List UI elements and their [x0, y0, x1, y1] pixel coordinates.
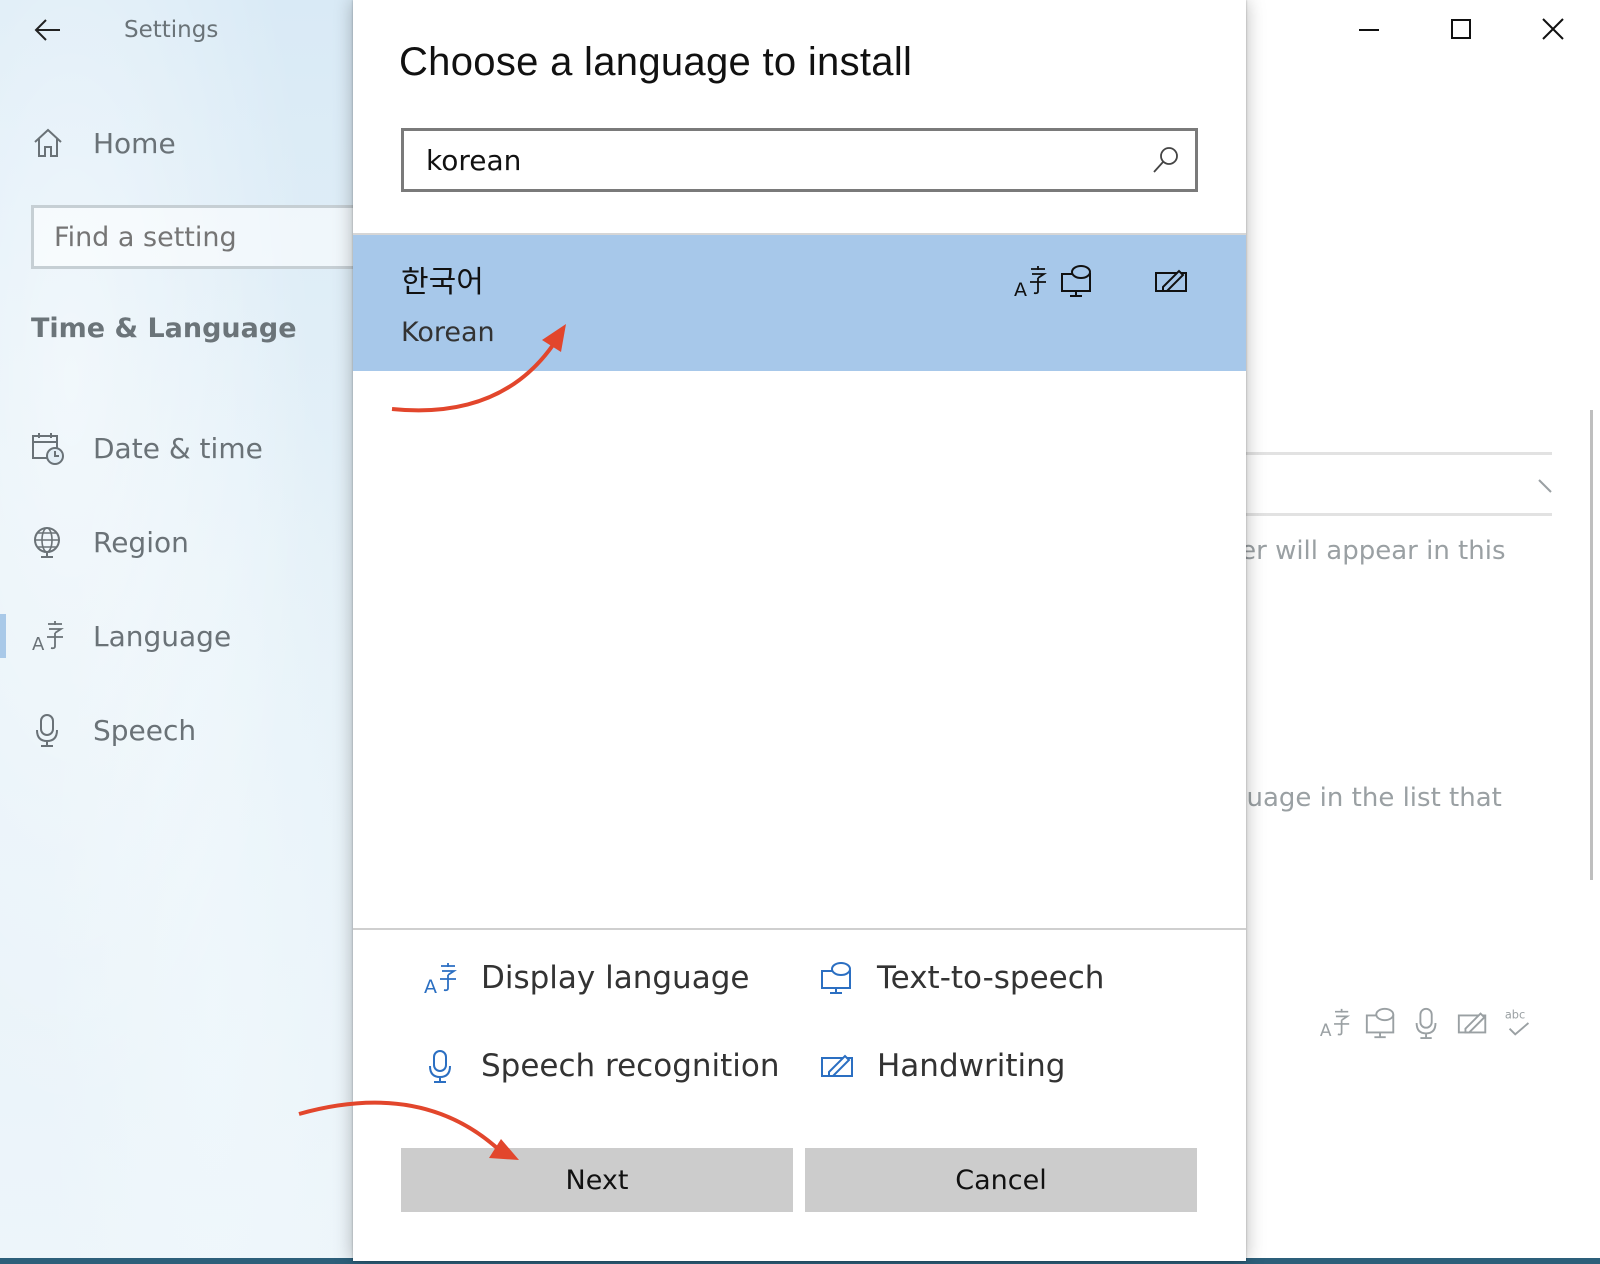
settings-sidebar: Settings Home Time & Language Date & tim…: [0, 0, 361, 1264]
home-icon: [34, 128, 62, 157]
speech-recognition-icon: [1415, 1007, 1437, 1040]
sidebar-item-label: Region: [93, 525, 189, 559]
background-feature-icons: A abc: [1318, 1006, 1536, 1040]
next-button[interactable]: Next: [401, 1148, 793, 1212]
calendar-clock-icon: [32, 433, 64, 465]
background-text: rer will appear in this: [1230, 536, 1506, 566]
legend-handwriting: Handwriting: [819, 1048, 1065, 1084]
close-icon: [1542, 18, 1564, 40]
legend-text-to-speech: Text-to-speech: [819, 960, 1104, 996]
svg-text:abc: abc: [1505, 1007, 1525, 1021]
minimize-button[interactable]: [1346, 10, 1392, 50]
divider: [1230, 513, 1552, 516]
language-english-name: Korean: [401, 317, 495, 348]
sidebar-item-speech[interactable]: Speech: [0, 702, 356, 758]
divider: [1230, 452, 1552, 455]
sidebar-item-date-time[interactable]: Date & time: [0, 420, 356, 476]
maximize-button[interactable]: [1438, 10, 1484, 50]
legend-label: Text-to-speech: [877, 960, 1105, 996]
sidebar-item-label: Date & time: [93, 431, 263, 465]
legend-display-language: A Display language: [423, 960, 749, 996]
add-language-dialog: Choose a language to install 한국어 Korean …: [353, 0, 1246, 1261]
legend-speech-recognition: Speech recognition: [423, 1048, 780, 1084]
microphone-icon: [36, 714, 58, 747]
search-icon[interactable]: [1151, 145, 1181, 175]
chevron-icon: [1538, 479, 1552, 493]
spell-check-icon: abc: [1505, 1007, 1530, 1036]
language-search-input[interactable]: [404, 131, 1104, 189]
svg-text:A: A: [1320, 1021, 1332, 1040]
scrollbar[interactable]: [1590, 410, 1593, 880]
speech-recognition-icon: [429, 1050, 451, 1083]
display-language-icon: A: [1320, 1008, 1351, 1040]
language-result-row[interactable]: 한국어 Korean A: [353, 235, 1246, 371]
handwriting-icon: [1457, 1012, 1487, 1034]
close-button[interactable]: [1530, 10, 1576, 50]
svg-text:A: A: [32, 634, 45, 654]
section-title: Time & Language: [31, 313, 297, 344]
language-icon: A: [32, 621, 64, 654]
minimize-icon: [1359, 29, 1379, 31]
sidebar-item-label: Language: [93, 619, 232, 653]
window-title: Settings: [124, 17, 219, 43]
sidebar-item-label: Speech: [93, 713, 197, 747]
svg-text:A: A: [424, 976, 437, 996]
handwriting-icon: [821, 1054, 853, 1077]
language-search-box[interactable]: [401, 128, 1198, 192]
legend-label: Speech recognition: [481, 1048, 780, 1084]
background-text: guage in the list that: [1230, 783, 1502, 813]
divider: [353, 928, 1246, 930]
cancel-button[interactable]: Cancel: [805, 1148, 1197, 1212]
globe-icon: [34, 527, 60, 558]
settings-content-pane: [1230, 0, 1600, 1264]
dialog-title: Choose a language to install: [399, 40, 913, 84]
sidebar-item-home[interactable]: Home: [0, 115, 356, 171]
back-arrow-icon: [34, 19, 60, 41]
find-setting-input[interactable]: [31, 205, 361, 269]
sidebar-item-region[interactable]: Region: [0, 514, 356, 570]
sidebar-item-home-label: Home: [93, 126, 176, 160]
back-button[interactable]: [32, 14, 64, 46]
legend-label: Handwriting: [877, 1048, 1066, 1084]
text-to-speech-icon: [1061, 265, 1091, 297]
text-to-speech-icon: [1365, 1007, 1395, 1039]
display-language-icon: A: [1014, 266, 1047, 299]
display-language-icon: A: [424, 963, 457, 996]
sidebar-item-language[interactable]: A Language: [0, 608, 356, 664]
svg-text:A: A: [1014, 279, 1027, 299]
legend-label: Display language: [481, 960, 750, 996]
maximize-icon: [1451, 19, 1471, 39]
text-to-speech-icon: [821, 962, 851, 994]
handwriting-icon: [1155, 269, 1187, 292]
language-native-name: 한국어: [401, 265, 484, 300]
